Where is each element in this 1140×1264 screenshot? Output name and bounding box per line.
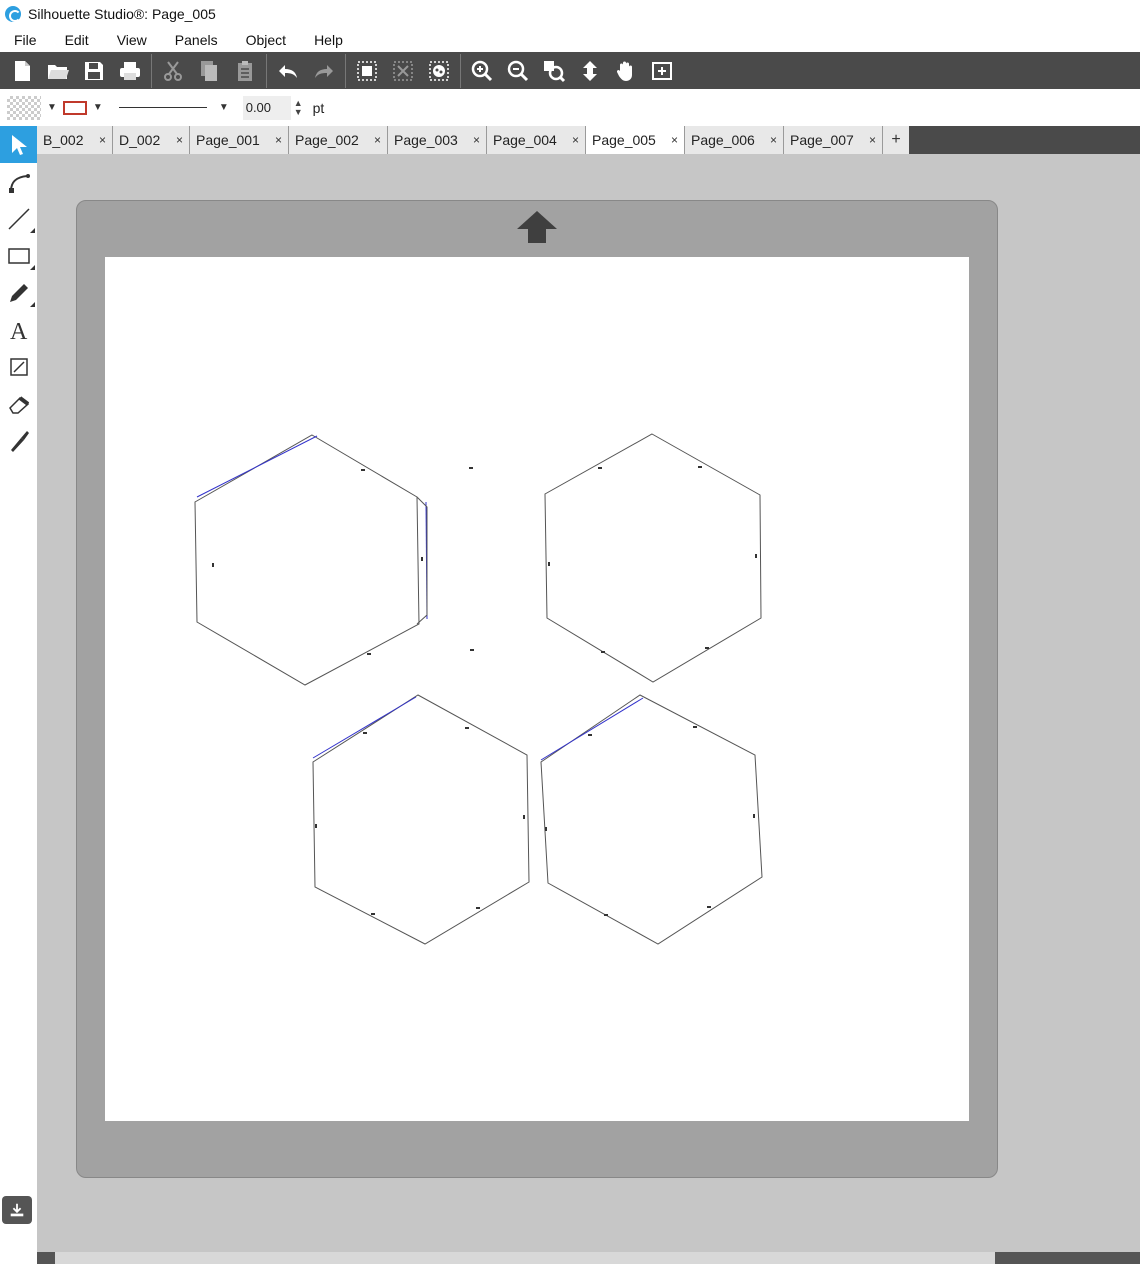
group-icon[interactable] (349, 54, 385, 88)
ungroup-icon[interactable] (385, 54, 421, 88)
line-width-unit: pt (312, 99, 325, 116)
page-tab-strip: B_002 × D_002 × Page_001 × Page_002 × Page_0… (37, 126, 1140, 154)
tab-page-003[interactable]: Page_003 × (388, 126, 487, 154)
paste-icon[interactable] (227, 54, 263, 88)
scroll-left-button[interactable] (37, 1252, 55, 1264)
hexagon-shape[interactable] (540, 694, 763, 945)
toolbar-separator (151, 53, 152, 88)
tools-panel: A ▶ (0, 126, 46, 1264)
tool-flyout-corner (30, 265, 35, 270)
edge-tick-marks (212, 466, 757, 916)
save-icon[interactable] (76, 54, 112, 88)
tab-page-007[interactable]: Page_007 × (784, 126, 883, 154)
toolbar-separator (266, 53, 267, 88)
add-page-icon[interactable] (644, 54, 680, 88)
tab-close-icon[interactable]: × (770, 133, 777, 147)
menu-file[interactable]: File (0, 32, 51, 48)
print-icon[interactable] (112, 54, 148, 88)
tab-page-005[interactable]: Page_005 × (586, 126, 685, 154)
design-canvas[interactable] (105, 257, 969, 1121)
tab-b-002[interactable]: B_002 × (37, 126, 113, 154)
work-area[interactable] (37, 154, 1140, 1252)
svg-text:A: A (10, 319, 28, 343)
tab-close-icon[interactable]: × (671, 133, 678, 147)
menu-object[interactable]: Object (232, 32, 300, 48)
menu-help[interactable]: Help (300, 32, 357, 48)
tab-page-001[interactable]: Page_001 × (190, 126, 289, 154)
line-width-field[interactable]: 0.00 (242, 95, 291, 120)
line-color-dropdown-arrow-icon[interactable]: ▼ (93, 102, 103, 113)
silhouette-logo-icon (5, 6, 21, 22)
tool-flyout-corner (30, 302, 35, 307)
redo-icon[interactable] (306, 54, 342, 88)
point-edit-tool-icon[interactable] (0, 163, 37, 200)
fit-to-page-icon[interactable] (572, 54, 608, 88)
zoom-out-icon[interactable] (500, 54, 536, 88)
fill-dropdown-arrow-icon[interactable]: ▼ (47, 102, 57, 113)
line-style-preview[interactable] (118, 107, 207, 108)
tab-close-icon[interactable]: × (869, 133, 876, 147)
pan-hand-icon[interactable] (608, 54, 644, 88)
hexagon-shape[interactable] (544, 433, 762, 683)
main-toolbar (0, 52, 1140, 89)
tab-close-icon[interactable]: × (176, 133, 183, 147)
toolbar-separator (345, 53, 346, 88)
add-tab-button[interactable]: + (883, 126, 909, 154)
title-bar: Silhouette Studio®: Page_005 (0, 0, 1140, 28)
hexagon-shape[interactable] (312, 694, 530, 945)
compound-path-icon[interactable] (421, 54, 457, 88)
tool-flyout-corner (30, 228, 35, 233)
knife-tool-icon[interactable] (0, 422, 37, 459)
tab-page-002[interactable]: Page_002 × (289, 126, 388, 154)
tab-close-icon[interactable]: × (99, 133, 106, 147)
window-title: Silhouette Studio®: Page_005 (28, 6, 216, 22)
fill-pattern-swatch[interactable] (7, 95, 41, 120)
library-download-icon[interactable] (2, 1196, 32, 1224)
menu-view[interactable]: View (103, 32, 161, 48)
menu-bar: File Edit View Panels Object Help (0, 28, 1140, 52)
select-tool-icon[interactable] (0, 126, 37, 163)
cut-icon[interactable] (155, 54, 191, 88)
line-color-swatch[interactable] (62, 100, 87, 115)
line-properties-bar: ▼ ▼ ▼ 0.00 ▲ ▼ pt (0, 89, 1140, 126)
copy-icon[interactable] (191, 54, 227, 88)
pencil-tool-icon[interactable] (0, 274, 37, 311)
text-tool-icon[interactable]: A (0, 311, 37, 348)
design-page[interactable] (105, 257, 969, 1121)
horizontal-scrollbar[interactable] (37, 1252, 1140, 1264)
hexagon-shape[interactable] (194, 434, 428, 686)
tab-close-icon[interactable]: × (572, 133, 579, 147)
tab-d-002[interactable]: D_002 × (113, 126, 190, 154)
menu-panels[interactable]: Panels (161, 32, 232, 48)
eraser-tool-icon[interactable] (0, 385, 37, 422)
tab-page-004[interactable]: Page_004 × (487, 126, 586, 154)
tab-close-icon[interactable]: × (374, 133, 381, 147)
scrollbar-thumb[interactable] (995, 1252, 1140, 1264)
menu-edit[interactable]: Edit (51, 32, 103, 48)
zoom-select-icon[interactable] (536, 54, 572, 88)
zoom-in-icon[interactable] (464, 54, 500, 88)
cutting-mat (76, 200, 998, 1178)
new-document-icon[interactable] (4, 54, 40, 88)
draw-tool-icon[interactable] (0, 348, 37, 385)
tab-close-icon[interactable]: × (275, 133, 282, 147)
toolbar-separator (460, 53, 461, 88)
open-folder-icon[interactable] (40, 54, 76, 88)
line-width-stepper[interactable]: ▲ ▼ (294, 98, 303, 117)
tab-page-006[interactable]: Page_006 × (685, 126, 784, 154)
line-style-dropdown-arrow-icon[interactable]: ▼ (219, 102, 229, 113)
rectangle-tool-icon[interactable] (0, 237, 37, 274)
tab-close-icon[interactable]: × (473, 133, 480, 147)
undo-icon[interactable] (270, 54, 306, 88)
line-tool-icon[interactable] (0, 200, 37, 237)
feed-direction-arrow-icon (517, 211, 557, 243)
